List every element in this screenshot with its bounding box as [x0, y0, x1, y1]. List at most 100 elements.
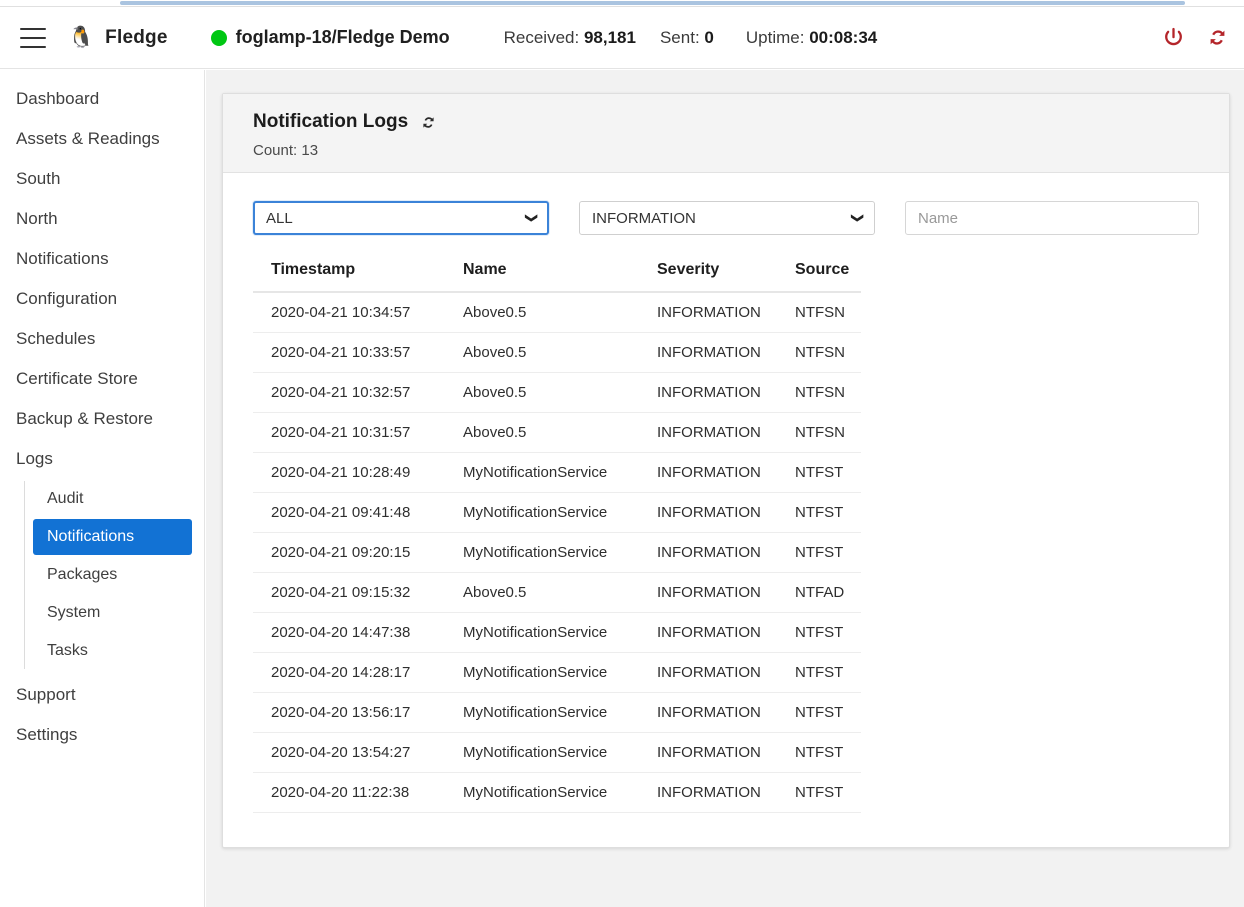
sidebar-item-schedules[interactable]: Schedules [0, 319, 204, 359]
stat-received: Received: 98,181 [504, 28, 636, 48]
stat-received-label: Received: [504, 28, 580, 47]
refresh-icon[interactable] [420, 114, 437, 131]
sidebar-item-system[interactable]: System [33, 595, 192, 631]
cell-source: NTFST [777, 453, 861, 493]
sidebar-item-assets-readings[interactable]: Assets & Readings [0, 119, 204, 159]
sidebar-item-south[interactable]: South [0, 159, 204, 199]
cell-severity: INFORMATION [639, 453, 777, 493]
table-row[interactable]: 2020-04-20 14:47:38MyNotificationService… [253, 613, 861, 653]
sidebar-item-support[interactable]: Support [0, 675, 204, 715]
severity-filter-select[interactable]: INFORMATION [579, 201, 875, 235]
stat-sent-value: 0 [704, 28, 713, 47]
cell-severity: INFORMATION [639, 653, 777, 693]
sidebar-item-north[interactable]: North [0, 199, 204, 239]
cell-source: NTFAD [777, 573, 861, 613]
name-search-input[interactable] [905, 201, 1199, 235]
cell-source: NTFST [777, 493, 861, 533]
card-title-row: Notification Logs [253, 111, 1229, 133]
table-row[interactable]: 2020-04-20 14:28:17MyNotificationService… [253, 653, 861, 693]
menu-toggle-icon[interactable] [20, 28, 46, 48]
cell-source: NTFSN [777, 333, 861, 373]
notification-logs-card: Notification Logs Count: 13 ALL ❯ [222, 93, 1230, 848]
severity-filter-wrap: INFORMATION ❯ [549, 201, 875, 235]
table-row[interactable]: 2020-04-21 10:33:57Above0.5INFORMATIONNT… [253, 333, 861, 373]
cell-name: MyNotificationService [445, 653, 639, 693]
column-header-severity: Severity [639, 261, 777, 292]
table-row[interactable]: 2020-04-20 13:54:27MyNotificationService… [253, 733, 861, 773]
cell-timestamp: 2020-04-21 09:15:32 [253, 573, 445, 613]
sidebar-item-dashboard[interactable]: Dashboard [0, 79, 204, 119]
source-filter-wrap: ALL ❯ [253, 201, 549, 235]
fledge-logo-icon: 🐧 [68, 27, 94, 48]
sidebar-item-notifications[interactable]: Notifications [0, 239, 204, 279]
cell-severity: INFORMATION [639, 333, 777, 373]
cell-name: Above0.5 [445, 413, 639, 453]
instance-selector[interactable]: foglamp-18/Fledge Demo [211, 27, 450, 48]
sidebar-item-notification-logs[interactable]: Notifications [33, 519, 192, 555]
sidebar-item-audit[interactable]: Audit [33, 481, 192, 517]
cell-timestamp: 2020-04-21 10:28:49 [253, 453, 445, 493]
cell-timestamp: 2020-04-20 13:56:17 [253, 693, 445, 733]
sidebar-item-configuration[interactable]: Configuration [0, 279, 204, 319]
cell-source: NTFST [777, 693, 861, 733]
cell-name: Above0.5 [445, 573, 639, 613]
table-row[interactable]: 2020-04-21 09:20:15MyNotificationService… [253, 533, 861, 573]
source-filter-select[interactable]: ALL [253, 201, 549, 235]
sidebar-item-tasks[interactable]: Tasks [33, 633, 192, 669]
sidebar-item-packages[interactable]: Packages [33, 557, 192, 593]
table-header-row: Timestamp Name Severity Source [253, 261, 861, 292]
table-row[interactable]: 2020-04-21 09:15:32Above0.5INFORMATIONNT… [253, 573, 861, 613]
cell-name: Above0.5 [445, 292, 639, 333]
log-count: Count: 13 [253, 142, 1229, 159]
cell-timestamp: 2020-04-21 10:32:57 [253, 373, 445, 413]
top-loading-strip [0, 0, 1244, 7]
power-icon[interactable] [1160, 25, 1186, 51]
cell-severity: INFORMATION [639, 533, 777, 573]
card-body: ALL ❯ INFORMATION ❯ T [223, 173, 1229, 847]
cell-name: MyNotificationService [445, 453, 639, 493]
restart-icon[interactable] [1204, 25, 1230, 51]
cell-source: NTFST [777, 733, 861, 773]
cell-severity: INFORMATION [639, 373, 777, 413]
brand[interactable]: 🐧 Fledge [68, 27, 168, 49]
hamburger-line [20, 46, 46, 48]
table-body: 2020-04-21 10:34:57Above0.5INFORMATIONNT… [253, 292, 861, 813]
table-row[interactable]: 2020-04-21 09:41:48MyNotificationService… [253, 493, 861, 533]
table-row[interactable]: 2020-04-21 10:32:57Above0.5INFORMATIONNT… [253, 373, 861, 413]
table-head: Timestamp Name Severity Source [253, 261, 861, 292]
stat-received-value: 98,181 [584, 28, 636, 47]
page-title: Notification Logs [253, 111, 408, 133]
brand-name: Fledge [105, 27, 167, 49]
cell-name: MyNotificationService [445, 733, 639, 773]
column-header-source: Source [777, 261, 861, 292]
cell-timestamp: 2020-04-21 10:33:57 [253, 333, 445, 373]
cell-name: Above0.5 [445, 333, 639, 373]
cell-name: MyNotificationService [445, 693, 639, 733]
cell-timestamp: 2020-04-21 09:20:15 [253, 533, 445, 573]
cell-severity: INFORMATION [639, 413, 777, 453]
cell-name: MyNotificationService [445, 613, 639, 653]
stat-uptime-label: Uptime: [746, 28, 805, 47]
cell-timestamp: 2020-04-21 10:34:57 [253, 292, 445, 333]
notification-logs-table: Timestamp Name Severity Source 2020-04-2… [253, 261, 861, 813]
table-row[interactable]: 2020-04-20 11:22:38MyNotificationService… [253, 773, 861, 813]
hamburger-line [20, 28, 46, 30]
cell-source: NTFSN [777, 373, 861, 413]
cell-source: NTFST [777, 533, 861, 573]
column-header-name: Name [445, 261, 639, 292]
table-row[interactable]: 2020-04-21 10:28:49MyNotificationService… [253, 453, 861, 493]
table-row[interactable]: 2020-04-21 10:34:57Above0.5INFORMATIONNT… [253, 292, 861, 333]
sidebar-item-backup-restore[interactable]: Backup & Restore [0, 399, 204, 439]
table-row[interactable]: 2020-04-21 10:31:57Above0.5INFORMATIONNT… [253, 413, 861, 453]
app-header: 🐧 Fledge foglamp-18/Fledge Demo Received… [0, 7, 1244, 69]
cell-timestamp: 2020-04-20 13:54:27 [253, 733, 445, 773]
cell-severity: INFORMATION [639, 613, 777, 653]
cell-source: NTFSN [777, 292, 861, 333]
cell-source: NTFSN [777, 413, 861, 453]
cell-source: NTFST [777, 613, 861, 653]
sidebar-item-certificate-store[interactable]: Certificate Store [0, 359, 204, 399]
cell-timestamp: 2020-04-21 09:41:48 [253, 493, 445, 533]
sidebar-item-logs[interactable]: Logs [0, 439, 204, 479]
table-row[interactable]: 2020-04-20 13:56:17MyNotificationService… [253, 693, 861, 733]
sidebar-item-settings[interactable]: Settings [0, 715, 204, 755]
